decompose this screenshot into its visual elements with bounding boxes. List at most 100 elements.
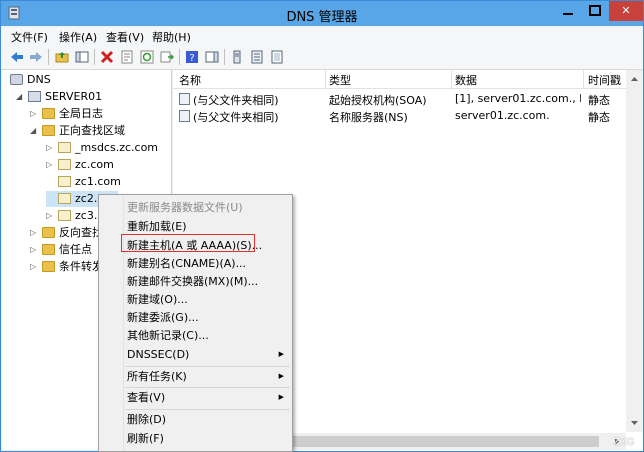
watermark: ZXG — [613, 437, 635, 448]
collapsed-arrow-icon[interactable]: ▷ — [30, 242, 38, 258]
column-divider[interactable] — [451, 70, 452, 88]
record-list-button[interactable] — [249, 49, 265, 65]
menu-item-new-domain[interactable]: 新建域(O)... — [99, 290, 292, 309]
column-header-type[interactable]: 类型 — [329, 72, 351, 88]
menu-bar: 文件(F) 操作(A) 查看(V) 帮助(H) — [1, 27, 643, 45]
collapsed-arrow-icon[interactable]: ▷ — [30, 259, 38, 275]
toolbar: ? — [1, 45, 643, 70]
toolbar-separator — [179, 49, 180, 65]
action-pane-button[interactable] — [204, 49, 220, 65]
properties-icon — [121, 50, 133, 64]
collapsed-arrow-icon[interactable]: ▷ — [46, 140, 54, 156]
help-button[interactable]: ? — [184, 49, 200, 65]
vertical-scrollbar[interactable] — [626, 70, 643, 432]
tree-node-forward-zones[interactable]: ◢ 正向查找区域 — [30, 123, 125, 139]
column-header-data[interactable]: 数据 — [455, 72, 477, 88]
tree-node-global-logs[interactable]: ▷ 全局日志 — [30, 106, 103, 122]
close-icon: ✕ — [621, 4, 631, 17]
menu-item-new-alias[interactable]: 新建别名(CNAME)(A)... — [99, 254, 292, 273]
maximize-icon — [589, 5, 601, 16]
tree-node-server01[interactable]: ◢ SERVER01 — [16, 89, 102, 105]
column-header-name[interactable]: 名称 — [179, 72, 201, 88]
refresh-button[interactable] — [139, 49, 155, 65]
menu-item-view[interactable]: 查看(V) ▶ — [99, 388, 292, 407]
toolbar-separator — [224, 49, 225, 65]
dns-manager-window: DNS 管理器 ✕ 文件(F) 操作(A) 查看(V) 帮助(H) ? DNS … — [0, 0, 644, 452]
menu-action[interactable]: 操作(A) — [59, 29, 97, 45]
context-menu: 更新服务器数据文件(U) 重新加载(E) 新建主机(A 或 AAAA)(S)..… — [98, 194, 293, 452]
tree-label: _msdcs.zc.com — [75, 141, 159, 154]
folder-icon — [42, 261, 55, 272]
forward-button[interactable] — [28, 49, 44, 65]
menu-item-update-server-data[interactable]: 更新服务器数据文件(U) — [99, 198, 292, 217]
expanded-arrow-icon[interactable]: ◢ — [16, 89, 24, 105]
menu-item-new-mail-exchanger[interactable]: 新建邮件交换器(MX)(M)... — [99, 272, 292, 291]
menu-item-new-delegation[interactable]: 新建委派(G)... — [99, 308, 292, 327]
zone-icon — [58, 193, 71, 204]
tree-label: zc1.com — [75, 175, 121, 188]
tree-node-zone-zc1[interactable]: zc1.com — [46, 174, 121, 190]
menu-item-dnssec[interactable]: DNSSEC(D) ▶ — [99, 345, 292, 364]
menu-item-other-new-records[interactable]: 其他新记录(C)... — [99, 326, 292, 345]
tree-label: 全局日志 — [59, 107, 103, 120]
menu-item-label: 查看(V) — [127, 391, 166, 404]
table-row[interactable]: (与父文件夹相同) 名称服务器(NS) server01.zc.com. 静态 — [173, 107, 643, 124]
table-row[interactable]: (与父文件夹相同) 起始授权机构(SOA) [1], server01.zc.c… — [173, 90, 643, 107]
collapsed-arrow-icon[interactable]: ▷ — [30, 225, 38, 241]
highlight-annotation — [121, 234, 255, 252]
zone-button[interactable] — [269, 49, 285, 65]
folder-icon — [42, 244, 55, 255]
scroll-up-icon[interactable] — [626, 72, 643, 86]
zone-icon — [58, 142, 71, 153]
back-button[interactable] — [9, 49, 25, 65]
server-button[interactable] — [229, 49, 245, 65]
menu-item-delete[interactable]: 删除(D) — [99, 410, 292, 429]
delete-button[interactable] — [99, 49, 115, 65]
minimize-button[interactable] — [555, 1, 581, 21]
submenu-arrow-icon: ▶ — [278, 372, 284, 380]
expanded-arrow-icon[interactable]: ◢ — [30, 123, 38, 139]
zone-icon — [58, 159, 71, 170]
menu-item-refresh[interactable]: 刷新(F) — [99, 429, 292, 448]
cell-name: (与父文件夹相同) — [193, 111, 279, 124]
column-header-timestamp[interactable]: 时间戳 — [588, 72, 621, 88]
menu-view[interactable]: 查看(V) — [106, 29, 144, 45]
tree-node-zone-zc[interactable]: ▷ zc.com — [46, 157, 114, 173]
window-title: DNS 管理器 — [286, 10, 358, 25]
cell-timestamp: 静态 — [588, 94, 610, 107]
menu-item-all-tasks[interactable]: 所有任务(K) ▶ — [99, 367, 292, 386]
title-bar: DNS 管理器 ✕ — [1, 1, 643, 26]
tree-node-trust-points[interactable]: ▷ 信任点 — [30, 242, 92, 258]
tree-node-zone-msdcs[interactable]: ▷ _msdcs.zc.com — [46, 140, 158, 156]
record-list-icon — [251, 50, 263, 64]
tree-label: SERVER01 — [45, 90, 103, 103]
collapsed-arrow-icon[interactable]: ▷ — [30, 106, 38, 122]
column-divider[interactable] — [325, 70, 326, 88]
properties-button[interactable] — [119, 49, 135, 65]
tree-label: 信任点 — [59, 243, 92, 256]
collapsed-arrow-icon[interactable]: ▷ — [46, 157, 54, 173]
show-hide-tree-icon — [75, 51, 89, 63]
collapsed-arrow-icon[interactable]: ▷ — [46, 208, 54, 224]
close-button[interactable]: ✕ — [609, 1, 643, 21]
show-hide-tree-button[interactable] — [74, 49, 90, 65]
forward-arrow-icon — [30, 52, 42, 62]
folder-icon — [42, 227, 55, 238]
cell-data: server01.zc.com. — [455, 109, 550, 122]
maximize-button[interactable] — [582, 1, 608, 21]
export-list-button[interactable] — [159, 49, 175, 65]
column-divider[interactable] — [583, 70, 584, 88]
tree-label: DNS — [27, 73, 51, 86]
cell-data: [1], server01.zc.com., h... — [455, 92, 581, 105]
toolbar-separator — [48, 49, 49, 65]
folder-up-icon — [55, 52, 69, 63]
help-icon: ? — [186, 51, 198, 64]
menu-help[interactable]: 帮助(H) — [152, 29, 191, 45]
up-one-level-button[interactable] — [54, 49, 70, 65]
back-arrow-icon — [11, 52, 23, 62]
menu-item-label: DNSSEC(D) — [127, 348, 190, 361]
scroll-down-icon[interactable] — [626, 416, 643, 430]
tree-node-dns[interactable]: DNS — [10, 72, 51, 88]
zone-icon — [271, 50, 283, 64]
menu-file[interactable]: 文件(F) — [11, 29, 48, 45]
